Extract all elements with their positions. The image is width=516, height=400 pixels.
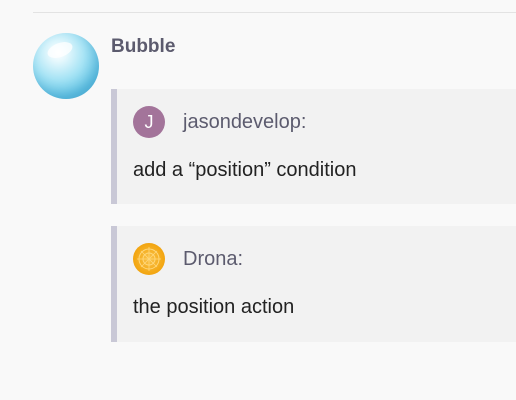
quote-username: jasondevelop: (183, 110, 307, 133)
bubble-avatar-icon[interactable] (33, 33, 99, 99)
user-avatar-icon[interactable]: J (133, 106, 165, 138)
quote-header: J jasondevelop: (133, 106, 306, 138)
quote-header: Drona: (133, 243, 243, 275)
quote-block-jasondevelop: J jasondevelop: add a “position” conditi… (111, 89, 516, 204)
avatar-shine (45, 38, 75, 62)
sun-avatar-icon[interactable] (133, 243, 165, 275)
post-author-name[interactable]: Bubble (111, 36, 175, 58)
quote-text: the position action (133, 296, 295, 318)
sun-pattern-icon (137, 247, 161, 271)
quote-text: add a “position” condition (133, 159, 357, 181)
quote-username: Drona: (183, 247, 244, 270)
quote-block-drona: Drona: the position action (111, 226, 516, 342)
top-divider (33, 12, 516, 13)
avatar-letter: J (144, 111, 154, 132)
